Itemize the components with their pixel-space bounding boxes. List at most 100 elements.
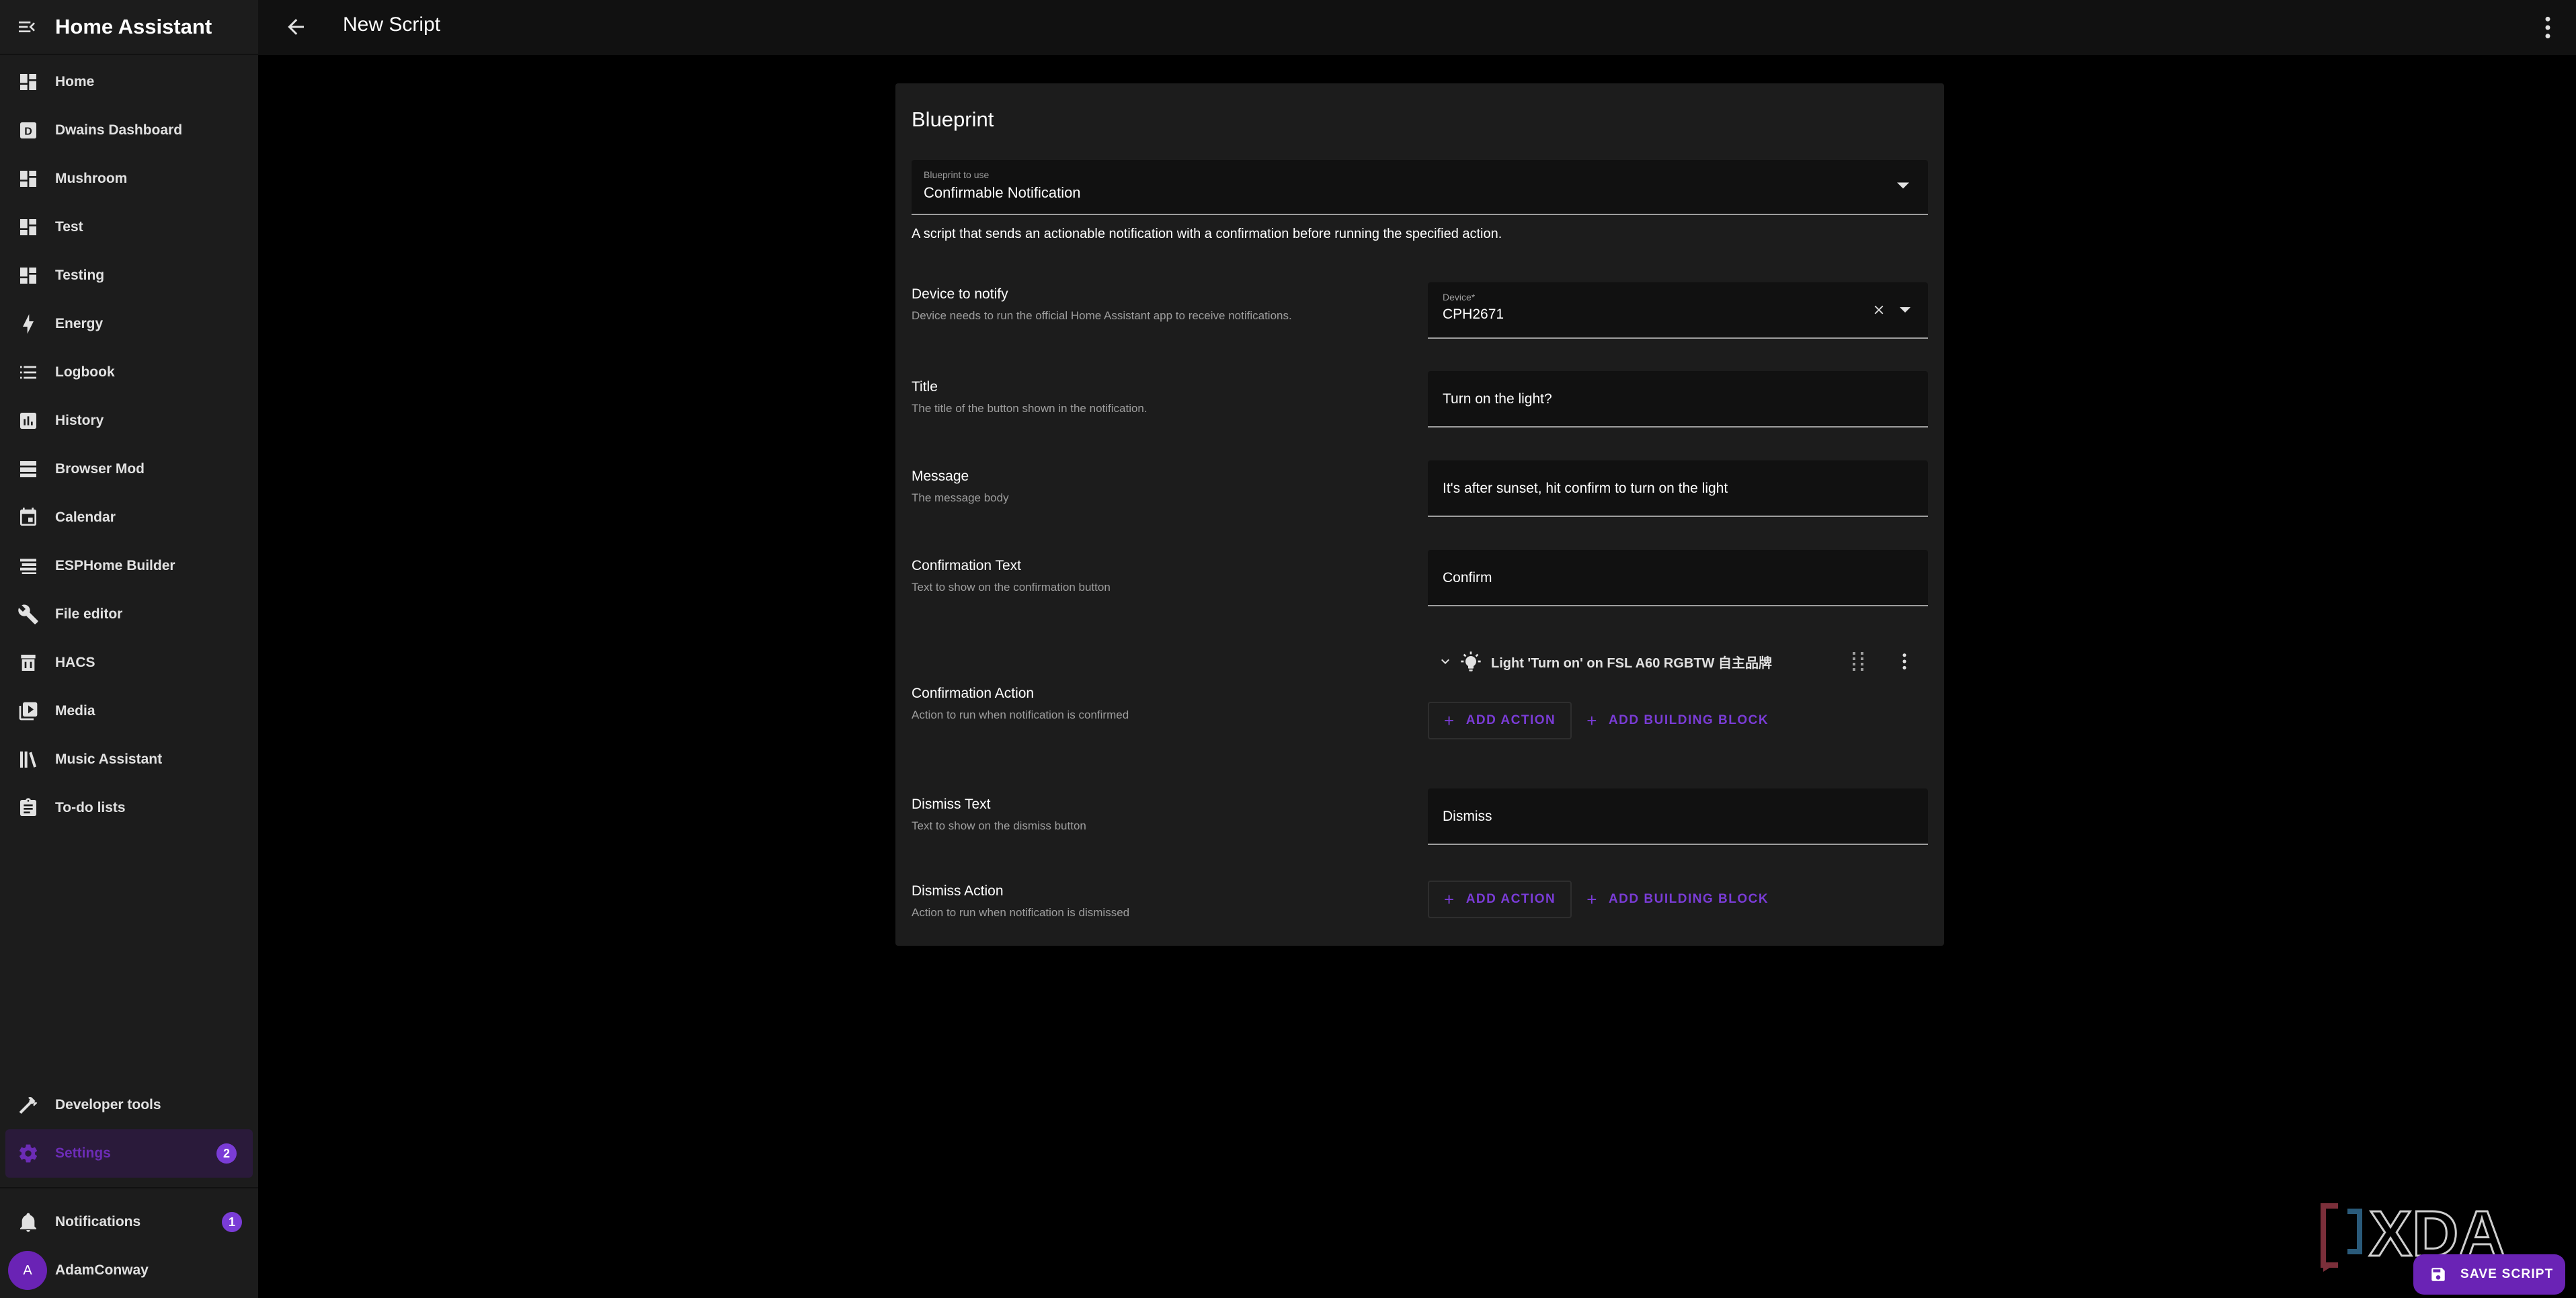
blueprint-select[interactable]: Blueprint to use Confirmable Notificatio…: [912, 160, 1928, 215]
sidebar-item-file-editor[interactable]: File editor: [0, 590, 258, 639]
more-vert-icon[interactable]: [2544, 15, 2552, 40]
sidebar-item-calendar[interactable]: Calendar: [0, 493, 258, 542]
dismiss-action-buttons: + ADD ACTION + ADD BUILDING BLOCK: [1428, 881, 1783, 918]
sidebar-item-testing[interactable]: Testing: [0, 251, 258, 300]
chart-box-icon: [20, 413, 36, 429]
sidebar-item-label: Mushroom: [55, 171, 128, 186]
action-item[interactable]: Light 'Turn on' on FSL A60 RGBTW 自主品牌: [1428, 640, 1928, 683]
sidebar-item-logbook[interactable]: Logbook: [0, 348, 258, 397]
device-select[interactable]: Device* CPH2671: [1428, 282, 1928, 339]
confirm-action-buttons: + ADD ACTION + ADD BUILDING BLOCK: [1428, 702, 1783, 739]
sidebar-item-label: Energy: [55, 316, 104, 331]
sidebar-item-hacs[interactable]: HACS: [0, 639, 258, 687]
add-action-label: ADD ACTION: [1465, 713, 1556, 727]
gear-icon: [19, 1144, 37, 1163]
sidebar-bottom: Developer tools Settings 2 Notifications…: [0, 1081, 258, 1295]
dropdown-arrow-icon: [1897, 182, 1909, 189]
sidebar-item-esphome-builder[interactable]: ESPHome Builder: [0, 542, 258, 590]
plus-icon: +: [1586, 889, 1598, 909]
device-label: Device to notify: [912, 286, 1008, 302]
dismiss-text-desc: Text to show on the dismiss button: [912, 819, 1086, 832]
sidebar-item-developer-tools[interactable]: Developer tools: [0, 1081, 258, 1129]
sidebar-item-to-do-lists[interactable]: To-do lists: [0, 784, 258, 832]
sidebar-item-label: To-do lists: [55, 800, 126, 815]
title-desc: The title of the button shown in the not…: [912, 402, 1148, 415]
sidebar-item-dwains-dashboard[interactable]: D Dwains Dashboard: [0, 106, 258, 155]
title-label: Title: [912, 379, 938, 395]
title-input[interactable]: Turn on the light?: [1428, 371, 1928, 428]
add-building-block-label: ADD BUILDING BLOCK: [1608, 713, 1769, 727]
plus-icon: +: [1444, 889, 1455, 909]
confirm-text-input[interactable]: Confirm: [1428, 550, 1928, 606]
sidebar-item-label: Testing: [55, 268, 105, 283]
blueprint-select-value: Confirmable Notification: [924, 184, 1081, 201]
save-script-button[interactable]: SAVE SCRIPT: [2413, 1254, 2565, 1295]
sidebar-item-browser-mod[interactable]: Browser Mod: [0, 445, 258, 493]
message-input[interactable]: It's after sunset, hit confirm to turn o…: [1428, 460, 1928, 517]
message-label: Message: [912, 469, 969, 484]
sidebar-item-energy[interactable]: Energy: [0, 300, 258, 348]
device-field-label: Device*: [1443, 292, 1476, 302]
card-title: Blueprint: [912, 108, 994, 131]
confirm-action-row: Confirmation Action Action to run when n…: [912, 640, 1928, 768]
dismiss-text-input[interactable]: Dismiss: [1428, 788, 1928, 845]
sidebar-item-label: Browser Mod: [55, 461, 145, 477]
server-icon: [20, 461, 36, 477]
drag-handle-icon[interactable]: [1853, 652, 1863, 671]
sidebar-item-home[interactable]: Home: [0, 58, 258, 106]
top-bar: New Script: [258, 0, 2576, 55]
clipboard-icon: [20, 798, 36, 816]
sidebar-item-mushroom[interactable]: Mushroom: [0, 155, 258, 203]
sidebar-item-label: Music Assistant: [55, 752, 163, 767]
sidebar-item-notifications[interactable]: Notifications 1: [0, 1198, 258, 1246]
message-value: It's after sunset, hit confirm to turn o…: [1443, 481, 1728, 496]
dismiss-text-value: Dismiss: [1443, 809, 1492, 824]
dashboard-icon: [20, 74, 36, 90]
sidebar-item-label: Logbook: [55, 364, 115, 380]
chevron-down-icon[interactable]: [1437, 653, 1453, 670]
title-row: Title The title of the button shown in t…: [912, 371, 1928, 428]
arrow-left-icon[interactable]: [284, 15, 308, 39]
dropdown-arrow-icon[interactable]: [1900, 307, 1910, 313]
dismiss-action-label: Dismiss Action: [912, 883, 1004, 899]
sidebar-item-label: Notifications: [55, 1214, 141, 1229]
settings-badge: 2: [216, 1143, 237, 1164]
device-value: CPH2671: [1443, 307, 1504, 322]
more-vert-icon[interactable]: [1901, 652, 1908, 671]
add-action-button[interactable]: + ADD ACTION: [1428, 881, 1572, 918]
sidebar-item-media[interactable]: Media: [0, 687, 258, 735]
device-desc: Device needs to run the official Home As…: [912, 309, 1292, 322]
blueprint-description: A script that sends an actionable notifi…: [912, 227, 1502, 241]
hammer-icon: [19, 1096, 38, 1114]
sidebar-item-user[interactable]: A AdamConway: [0, 1246, 258, 1295]
notifications-badge: 1: [222, 1212, 242, 1232]
svg-text:D: D: [24, 126, 32, 138]
sidebar-item-settings[interactable]: Settings 2: [5, 1129, 253, 1178]
add-action-button[interactable]: + ADD ACTION: [1428, 702, 1572, 739]
confirm-text-row: Confirmation Text Text to show on the co…: [912, 550, 1928, 606]
dismiss-text-label: Dismiss Text: [912, 797, 991, 812]
close-icon[interactable]: [1871, 302, 1886, 317]
sidebar-item-test[interactable]: Test: [0, 203, 258, 251]
sidebar-item-label: Media: [55, 703, 95, 719]
bell-icon: [20, 1213, 36, 1232]
dismiss-text-row: Dismiss Text Text to show on the dismiss…: [912, 788, 1928, 845]
message-desc: The message body: [912, 491, 1009, 504]
menu-open-icon[interactable]: [16, 16, 38, 38]
sidebar-item-history[interactable]: History: [0, 397, 258, 445]
blueprint-card: Blueprint Blueprint to use Confirmable N…: [895, 83, 1944, 946]
wrench-icon: [18, 604, 38, 624]
add-building-block-button[interactable]: + ADD BUILDING BLOCK: [1572, 702, 1783, 739]
add-building-block-button[interactable]: + ADD BUILDING BLOCK: [1572, 881, 1783, 918]
sidebar: Home Assistant Home D Dwains Dashboard M…: [0, 0, 258, 1298]
action-text: Light 'Turn on' on FSL A60 RGBTW 自主品牌: [1491, 655, 1772, 671]
sidebar-item-label: Dwains Dashboard: [55, 122, 183, 138]
calendar-icon: [20, 508, 36, 526]
sidebar-item-label: ESPHome Builder: [55, 558, 175, 573]
lightbulb-icon: [1461, 651, 1481, 672]
sidebar-item-label: AdamConway: [55, 1262, 149, 1278]
sidebar-item-music-assistant[interactable]: Music Assistant: [0, 735, 258, 784]
dashboard-icon: [20, 171, 36, 187]
sidebar-item-label: Developer tools: [55, 1097, 161, 1112]
dismiss-action-desc: Action to run when notification is dismi…: [912, 906, 1130, 919]
